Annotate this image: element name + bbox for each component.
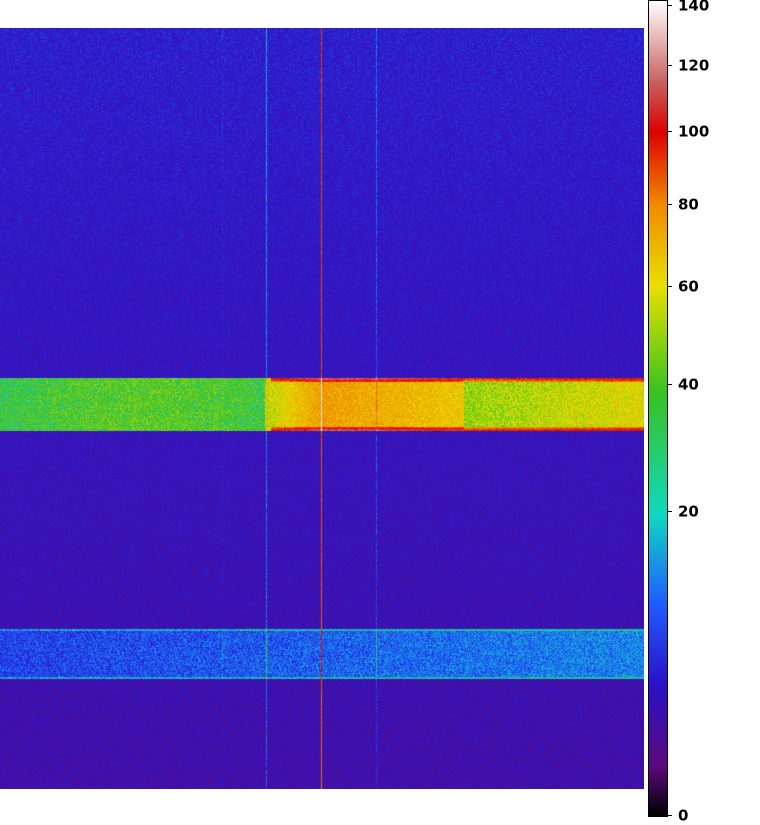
colorbar-tick-label: 40 (678, 375, 699, 394)
colorbar-tick-label: 60 (678, 277, 699, 296)
colorbar-gradient (648, 0, 668, 817)
colorbar-tick (668, 815, 672, 816)
colorbar-tick-label: 80 (678, 195, 699, 214)
colorbar-tick-label: 120 (678, 56, 710, 75)
colorbar-tick (668, 5, 672, 6)
colorbar-tick-label: 0 (678, 806, 689, 825)
colorbar-tick (668, 131, 672, 132)
detector-image (0, 28, 644, 789)
colorbar-tick-label: 20 (678, 502, 699, 521)
colorbar-tick (668, 511, 672, 512)
colorbar-tick (668, 286, 672, 287)
colorbar: 140 120 100 80 60 40 20 0 (648, 0, 709, 823)
colorbar-tick-label: 100 (678, 122, 710, 141)
colorbar-tick (668, 65, 672, 66)
colorbar-tick-label: 140 (678, 0, 710, 15)
colorbar-tick (668, 384, 672, 385)
colorbar-tick (668, 204, 672, 205)
detector-image-canvas (0, 28, 644, 789)
